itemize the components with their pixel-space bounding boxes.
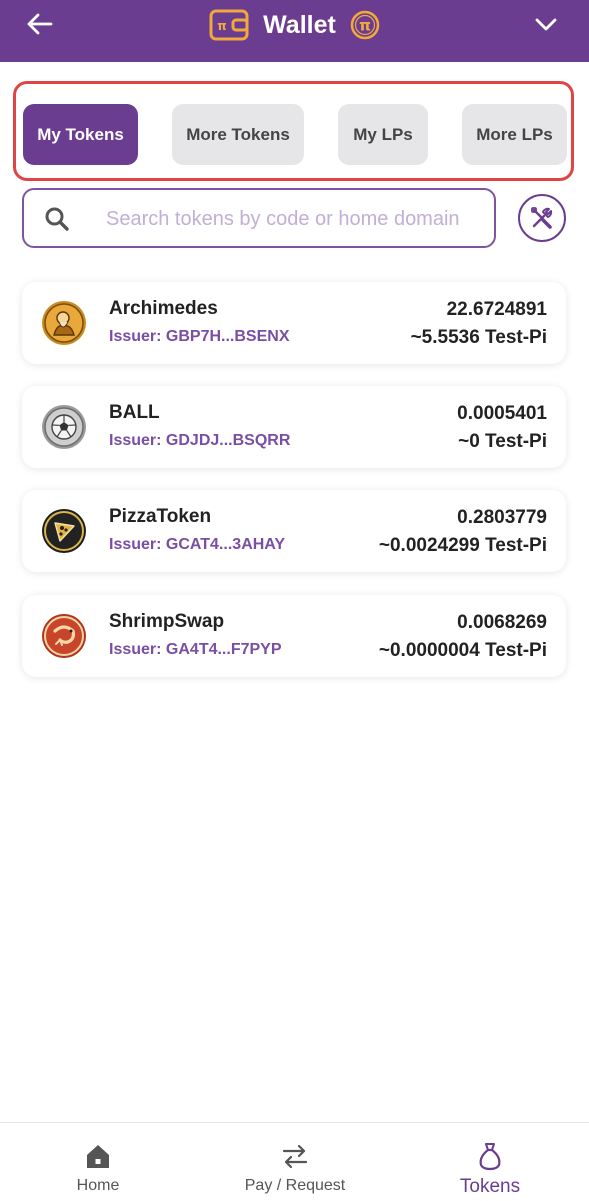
menu-toggle-button[interactable] <box>531 10 561 40</box>
token-name: ShrimpSwap <box>109 611 225 632</box>
token-amount: 22.6724891 <box>446 299 547 320</box>
token-value: ~0 Test-Pi <box>458 431 547 452</box>
header-title-group: π Wallet π <box>0 0 589 50</box>
nav-tokens-label: Tokens <box>459 1176 521 1197</box>
nav-home[interactable]: Home <box>48 1123 148 1201</box>
token-row-shrimpswap[interactable]: ShrimpSwap Issuer: GA4T4...F7PYP 0.00682… <box>22 595 566 677</box>
token-issuer: Issuer: GCAT4...3AHAY <box>109 536 286 553</box>
token-row-ball[interactable]: BALL Issuer: GDJDJ...BSQRR 0.0005401 ~0 … <box>22 386 566 468</box>
pizza-token-icon <box>42 509 86 553</box>
token-row-archimedes[interactable]: Archimedes Issuer: GBP7H...BSENX 22.6724… <box>22 282 566 364</box>
svg-text:π: π <box>359 17 371 35</box>
search-input[interactable] <box>104 190 494 246</box>
app-header: π Wallet π <box>0 0 589 62</box>
tab-my-lps[interactable]: My LPs <box>338 104 428 165</box>
token-name: Archimedes <box>109 298 218 319</box>
svg-text:π: π <box>217 19 227 33</box>
tools-icon <box>531 207 553 229</box>
page-title: Wallet <box>263 10 336 39</box>
shrimp-token-icon <box>42 614 86 658</box>
search-icon <box>45 207 69 231</box>
nav-pay-request-label: Pay / Request <box>244 1177 346 1194</box>
bottom-navigation: Home Pay / Request Tokens <box>0 1122 589 1201</box>
archimedes-token-icon <box>42 301 86 345</box>
token-name: BALL <box>109 402 160 423</box>
tab-more-lps[interactable]: More LPs <box>462 104 567 165</box>
nav-tokens[interactable]: Tokens <box>440 1123 540 1201</box>
token-value: ~0.0000004 Test-Pi <box>378 640 547 661</box>
token-row-pizzatoken[interactable]: PizzaToken Issuer: GCAT4...3AHAY 0.28037… <box>22 490 566 572</box>
token-amount: 0.0005401 <box>457 403 547 424</box>
pi-coin-icon: π <box>350 10 380 40</box>
token-issuer: Issuer: GDJDJ...BSQRR <box>109 432 291 449</box>
tab-my-tokens[interactable]: My Tokens <box>23 104 138 165</box>
token-amount: 0.0068269 <box>457 612 547 633</box>
transfer-icon <box>282 1144 308 1169</box>
wallet-icon: π <box>209 9 249 41</box>
chevron-down-icon <box>535 18 557 31</box>
token-value: ~5.5536 Test-Pi <box>410 327 547 348</box>
tools-button[interactable] <box>518 194 566 242</box>
money-bag-icon <box>479 1143 501 1171</box>
token-amount: 0.2803779 <box>457 507 547 528</box>
token-issuer: Issuer: GBP7H...BSENX <box>109 328 290 345</box>
home-icon <box>87 1145 109 1168</box>
token-name: PizzaToken <box>109 506 212 527</box>
ball-token-icon <box>42 405 86 449</box>
nav-pay-request[interactable]: Pay / Request <box>229 1123 361 1201</box>
search-box <box>22 188 496 248</box>
token-issuer: Issuer: GA4T4...F7PYP <box>109 641 282 658</box>
tab-more-tokens[interactable]: More Tokens <box>172 104 304 165</box>
nav-home-label: Home <box>76 1177 120 1194</box>
token-value: ~0.0024299 Test-Pi <box>378 535 547 556</box>
